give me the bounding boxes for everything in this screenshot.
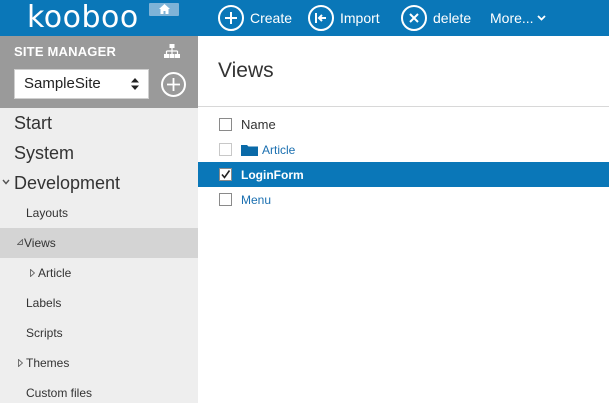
more-label: More... — [490, 10, 534, 26]
sidebar-item-system[interactable]: System — [0, 138, 198, 168]
plus-icon — [167, 78, 180, 91]
list-item-label[interactable]: LoginForm — [241, 168, 304, 182]
kooboo-logo: kooboo — [27, 0, 139, 35]
sitemap-icon[interactable] — [164, 44, 180, 60]
sidebar-item-layouts[interactable]: Layouts — [0, 198, 198, 228]
checkmark-icon — [221, 170, 231, 179]
list-item-label[interactable]: Article — [262, 143, 295, 157]
row-checkbox[interactable] — [219, 193, 232, 206]
list-item[interactable]: LoginForm — [198, 162, 609, 187]
chevron-down-icon — [536, 15, 546, 21]
sidebar-item-label: Themes — [26, 356, 70, 370]
select-arrows-icon — [131, 78, 139, 90]
delete-button[interactable]: delete — [401, 0, 471, 36]
list-item[interactable]: Menu — [198, 187, 609, 212]
sidebar-item-label: System — [14, 143, 75, 163]
expanded-triangle-icon — [17, 239, 23, 245]
site-select-value: SampleSite — [24, 75, 101, 92]
plus-icon — [218, 5, 244, 31]
add-site-button[interactable] — [161, 72, 186, 97]
sidebar-item-label: Layouts — [26, 206, 69, 220]
sidebar-item-label: Scripts — [26, 326, 63, 340]
sidebar-item-development[interactable]: Development — [0, 168, 198, 198]
row-checkbox[interactable] — [219, 143, 232, 156]
top-toolbar: kooboo Create Import delete More... — [0, 0, 609, 36]
import-icon — [308, 5, 334, 31]
sidebar-item-label: Custom files — [26, 386, 93, 400]
sidebar-nav: Start System Development Layouts Views A… — [0, 108, 198, 403]
home-icon — [159, 4, 170, 14]
sidebar-item-label: Start — [14, 113, 53, 133]
views-list: Name Article LoginForm Menu — [198, 112, 609, 212]
close-icon — [401, 5, 427, 31]
create-button[interactable]: Create — [218, 0, 292, 36]
list-item-label[interactable]: Menu — [241, 193, 271, 207]
sidebar-item-labels[interactable]: Labels — [0, 288, 198, 318]
folder-icon — [241, 145, 258, 156]
more-menu-button[interactable]: More... — [490, 0, 546, 36]
row-checkbox[interactable] — [219, 168, 232, 181]
list-header-row: Name — [198, 112, 609, 137]
main-content: Views Name Article LoginForm Menu — [198, 36, 609, 403]
sidebar-item-article[interactable]: Article — [0, 258, 198, 288]
sidebar-item-label: Views — [24, 236, 56, 250]
sidebar-item-start[interactable]: Start — [0, 108, 198, 138]
collapsed-triangle-icon — [18, 359, 23, 367]
sidebar-item-scripts[interactable]: Scripts — [0, 318, 198, 348]
sidebar-item-themes[interactable]: Themes — [0, 348, 198, 378]
sidebar-item-custom-files[interactable]: Custom files — [0, 378, 198, 403]
home-button[interactable] — [149, 3, 179, 16]
import-label: Import — [340, 10, 380, 26]
name-column-header: Name — [241, 117, 276, 132]
import-button[interactable]: Import — [308, 0, 380, 36]
sidebar-item-label: Labels — [26, 296, 62, 310]
sidebar-item-views[interactable]: Views — [0, 228, 198, 258]
delete-label: delete — [433, 10, 472, 26]
page-title: Views — [218, 59, 274, 82]
chevron-down-icon — [2, 179, 10, 185]
collapsed-triangle-icon — [30, 269, 35, 277]
site-manager-header: SITE MANAGER SampleSite — [0, 36, 198, 108]
list-item[interactable]: Article — [198, 137, 609, 162]
sidebar-item-label: Article — [38, 266, 72, 280]
sidebar: SITE MANAGER SampleSite Start System Dev… — [0, 36, 198, 403]
create-label: Create — [250, 10, 293, 26]
select-all-checkbox[interactable] — [219, 118, 232, 131]
site-manager-title: SITE MANAGER — [14, 44, 117, 59]
site-select[interactable]: SampleSite — [14, 69, 149, 99]
divider — [198, 106, 609, 107]
sidebar-item-label: Development — [14, 173, 121, 193]
